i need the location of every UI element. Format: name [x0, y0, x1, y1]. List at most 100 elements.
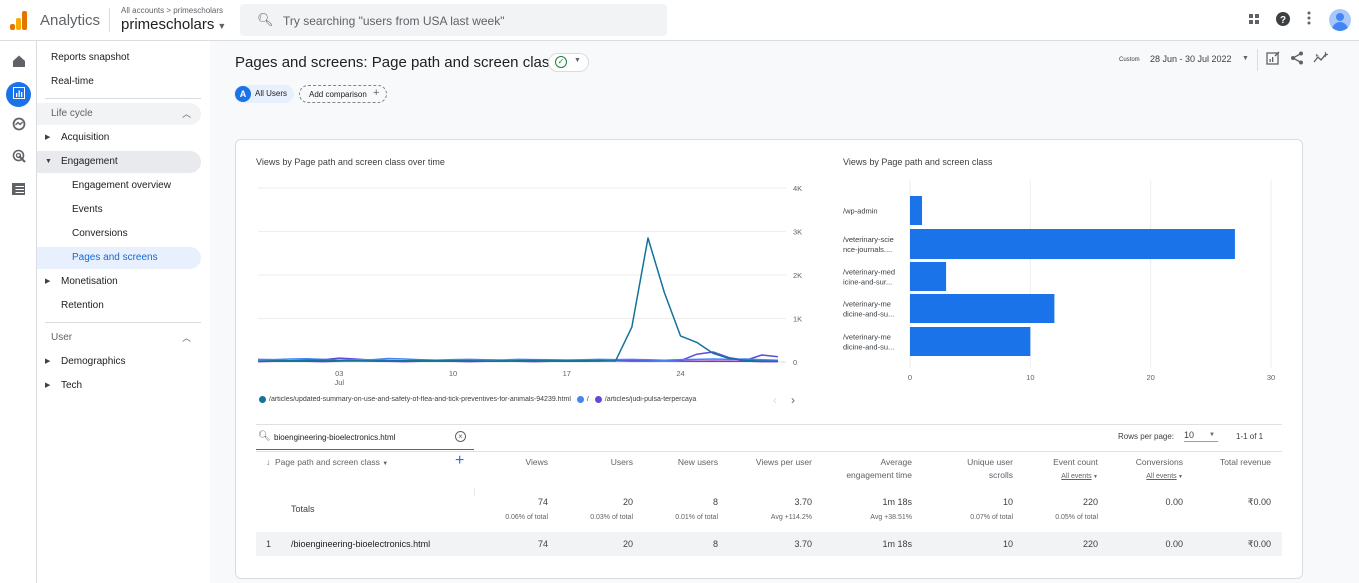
nav-engagement[interactable]: ▼ Engagement: [37, 151, 201, 173]
segment-chip[interactable]: A All Users: [234, 85, 294, 103]
legend-item[interactable]: /articles/updated-summary-on-use-and-saf…: [269, 396, 571, 403]
nav-retention[interactable]: Retention: [37, 295, 201, 317]
caret-down-icon: ▼: [1209, 432, 1215, 438]
y-tick-label: 4K: [793, 184, 802, 193]
nav-events[interactable]: Events: [37, 199, 201, 221]
totals-percent: Avg +38.51%: [870, 514, 912, 521]
account-selector[interactable]: primescholars ▼: [121, 16, 226, 33]
table-search-value: bioengineering-bioelectronics.html: [274, 433, 396, 442]
dimension-column-header[interactable]: ↓ Page path and screen class ▼: [266, 457, 388, 467]
analytics-logo[interactable]: [10, 10, 28, 30]
x-tick-label: 10: [1026, 373, 1034, 382]
category-label: icine-and-sur...: [843, 278, 892, 287]
date-range-picker[interactable]: 28 Jun - 30 Jul 2022: [1150, 54, 1232, 64]
expand-triangle-icon: ▶: [45, 358, 51, 365]
totals-value: 0.00: [1165, 497, 1183, 507]
nav-label: Retention: [61, 300, 104, 311]
metric-filter-dropdown[interactable]: All events: [1146, 473, 1176, 480]
home-icon[interactable]: [8, 53, 29, 74]
category-label: dicine-and-su...: [843, 310, 894, 319]
sort-arrow-icon: ↓: [266, 457, 271, 467]
nav-label: Life cycle: [51, 108, 93, 119]
category-label: dicine-and-su...: [843, 343, 894, 352]
nav-label: Demographics: [61, 356, 126, 367]
rows-per-page-select[interactable]: 10 ▼: [1184, 430, 1218, 442]
collapse-triangle-icon: ▼: [45, 158, 52, 165]
nav-tech[interactable]: ▶ Tech: [37, 375, 201, 397]
user-avatar[interactable]: [1329, 9, 1351, 31]
nav-label: Conversions: [72, 228, 128, 239]
check-circle-icon: ✓: [555, 56, 567, 68]
x-tick-label: 03: [335, 369, 343, 378]
nav-label: Reports snapshot: [51, 52, 130, 63]
nav-label: Events: [72, 204, 103, 215]
bar: [910, 327, 1031, 356]
svg-text:?: ?: [1280, 15, 1286, 26]
insights-icon[interactable]: [1313, 51, 1329, 67]
nav-monetisation[interactable]: ▶ Monetisation: [37, 271, 201, 293]
bar: [910, 262, 947, 291]
bar: [910, 229, 1235, 259]
nav-engagement-overview[interactable]: Engagement overview: [37, 175, 201, 197]
top-bar: Analytics All accounts > primescholars p…: [0, 0, 1359, 41]
advertising-icon[interactable]: [8, 148, 29, 169]
nav-realtime[interactable]: Real-time: [37, 71, 201, 93]
caret-down-icon[interactable]: ▼: [1242, 55, 1249, 62]
left-rail: [0, 41, 37, 583]
category-label: /veterinary-scie: [843, 235, 894, 244]
totals-label: Totals: [291, 504, 315, 514]
x-tick-sublabel: Jul: [334, 378, 344, 387]
nav-conversions[interactable]: Conversions: [37, 223, 201, 245]
apps-grid-icon[interactable]: [1245, 11, 1263, 29]
line-chart: 0 1K 2K 3K 4K 03 10 17 24 Jul: [257, 184, 802, 387]
share-icon[interactable]: [1289, 51, 1305, 67]
search-icon: 🔍︎: [257, 12, 274, 27]
customize-report-icon[interactable]: [1265, 51, 1281, 67]
nav-label: Tech: [61, 380, 83, 391]
totals-value: 1m 18s: [882, 497, 912, 507]
nav-demographics[interactable]: ▶ Demographics: [37, 351, 201, 373]
reports-icon[interactable]: [6, 82, 31, 107]
category-label: /veterinary-me: [843, 300, 891, 309]
report-status-button[interactable]: ✓ ▼: [548, 53, 589, 72]
column-header[interactable]: Total revenue: [1151, 456, 1271, 469]
nav-pages-and-screens[interactable]: Pages and screens: [37, 247, 201, 269]
more-vert-icon[interactable]: [1300, 11, 1318, 29]
nav-label: Monetisation: [61, 276, 118, 287]
clear-search-icon[interactable]: ×: [455, 431, 466, 442]
legend-item[interactable]: /articles/judi-pulsa-terpercaya: [605, 396, 696, 403]
rows-per-page-label: Rows per page:: [1118, 432, 1175, 441]
nav-acquisition[interactable]: ▶ Acquisition: [37, 127, 201, 149]
row-value: 3.70: [794, 539, 812, 549]
legend-next-icon[interactable]: ›: [791, 393, 795, 407]
dimension-header-label: Page path and screen class: [274, 457, 380, 467]
row-value: 0.00: [1165, 539, 1183, 549]
nav-label: User: [51, 332, 73, 343]
nav-section-user[interactable]: User ︿: [37, 327, 201, 349]
configure-icon[interactable]: [8, 180, 29, 201]
date-custom-label: Custom: [1119, 57, 1140, 63]
account-breadcrumb[interactable]: All accounts > primescholars: [121, 6, 223, 15]
nav-label: Engagement overview: [72, 180, 171, 191]
legend-prev-icon[interactable]: ‹: [773, 393, 777, 407]
totals-value: ₹0.00: [1247, 497, 1271, 507]
add-comparison-button[interactable]: Add comparison +: [299, 85, 387, 103]
table-search-input[interactable]: 🔍︎ bioengineering-bioelectronics.html ×: [256, 428, 474, 450]
segment-letter-badge: A: [235, 86, 251, 102]
legend-item[interactable]: /: [587, 396, 589, 403]
explore-icon[interactable]: [8, 116, 29, 137]
column-header-label: Total revenue: [1219, 457, 1271, 467]
plus-icon: +: [373, 87, 380, 99]
bar: [910, 196, 923, 225]
header-divider: [1257, 49, 1258, 71]
expand-triangle-icon: ▶: [45, 134, 51, 141]
nav-reports-snapshot[interactable]: Reports snapshot: [37, 47, 201, 69]
y-tick-label: 2K: [793, 271, 802, 280]
avatar-body: [1332, 22, 1348, 31]
line-chart-title: Views by Page path and screen class over…: [256, 157, 445, 167]
global-search[interactable]: 🔍︎ Try searching "users from USA last we…: [240, 4, 667, 36]
help-icon[interactable]: ?: [1274, 11, 1292, 29]
nav-section-lifecycle[interactable]: Life cycle ︿: [37, 103, 201, 125]
bar: [910, 294, 1055, 323]
row-page-path[interactable]: /bioengineering-bioelectronics.html: [291, 539, 430, 549]
